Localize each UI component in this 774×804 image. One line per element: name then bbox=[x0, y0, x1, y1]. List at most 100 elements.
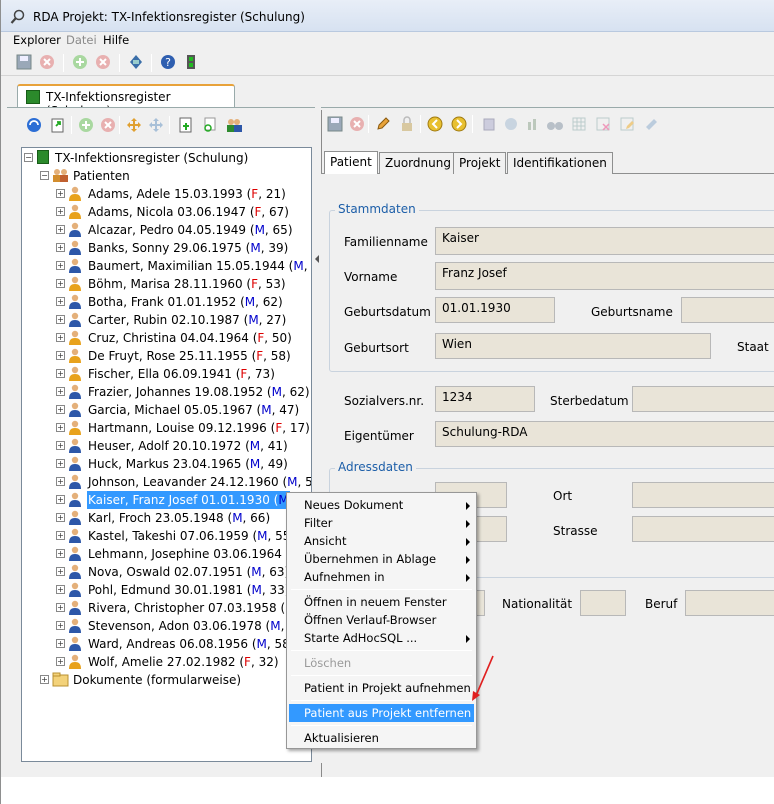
expand-icon[interactable]: + bbox=[56, 207, 65, 216]
expand-icon[interactable]: + bbox=[56, 621, 65, 630]
arrow-right-icon[interactable] bbox=[450, 115, 468, 133]
menu-item-loeschen[interactable]: Löschen bbox=[289, 654, 474, 672]
expand-icon[interactable]: + bbox=[56, 477, 65, 486]
sozialvers-field[interactable]: 1234 bbox=[435, 386, 535, 412]
expand-icon[interactable]: + bbox=[56, 189, 65, 198]
grid-delete-icon[interactable] bbox=[594, 115, 612, 133]
menu-item-patient-in-projekt-aufnehmen[interactable]: Patient in Projekt aufnehmen ... bbox=[289, 679, 474, 713]
sterbedatum-field[interactable] bbox=[632, 386, 774, 412]
patient-age: , 67) bbox=[261, 205, 289, 219]
expand-icon[interactable]: + bbox=[56, 567, 65, 576]
menu-item-filter[interactable]: Filter bbox=[289, 514, 474, 532]
tab-tx-infektionsregister[interactable]: TX-Infektionsregister (Schulung) bbox=[17, 84, 235, 118]
settings-icon[interactable] bbox=[127, 53, 145, 71]
info-icon[interactable] bbox=[502, 115, 520, 133]
expand-icon[interactable]: + bbox=[56, 333, 65, 342]
expand-icon[interactable]: + bbox=[56, 639, 65, 648]
geburtsname-field[interactable] bbox=[681, 297, 774, 323]
refresh-icon[interactable] bbox=[25, 116, 43, 134]
beruf-field[interactable] bbox=[685, 590, 774, 616]
link-icon[interactable] bbox=[642, 115, 660, 133]
print-icon[interactable] bbox=[480, 115, 498, 133]
tab-projekt[interactable]: Projekt bbox=[453, 152, 507, 174]
tree-patient-label: De Fruyt, Rose 25.11.1955 (F, 58) bbox=[88, 349, 291, 363]
expand-icon[interactable]: + bbox=[56, 423, 65, 432]
expand-icon[interactable]: + bbox=[56, 513, 65, 522]
help-icon[interactable]: ? bbox=[159, 53, 177, 71]
expand-icon[interactable]: + bbox=[56, 657, 65, 666]
find-document-icon[interactable] bbox=[201, 116, 219, 134]
expand-icon[interactable]: + bbox=[56, 405, 65, 414]
vorname-field[interactable]: Franz Josef bbox=[435, 262, 774, 290]
eigentuemer-field[interactable]: Schulung-RDA bbox=[435, 421, 774, 447]
binoculars-icon[interactable] bbox=[546, 115, 564, 133]
users-icon[interactable] bbox=[225, 116, 243, 134]
collapse-icon[interactable]: − bbox=[40, 171, 49, 180]
menu-item-starte-adhocsql[interactable]: Starte AdHocSQL ... bbox=[289, 629, 474, 647]
strasse-field[interactable] bbox=[632, 516, 774, 542]
expand-icon[interactable]: + bbox=[56, 441, 65, 450]
grid-edit-icon[interactable] bbox=[618, 115, 636, 133]
expand-icon[interactable]: + bbox=[56, 351, 65, 360]
expand-icon[interactable]: + bbox=[56, 387, 65, 396]
geburtsdatum-field[interactable]: 01.01.1930 bbox=[435, 297, 555, 323]
expand-icon[interactable]: + bbox=[56, 315, 65, 324]
expand-icon[interactable]: + bbox=[56, 261, 65, 270]
label-geburtsname: Geburtsname bbox=[591, 305, 673, 319]
grid-add-icon[interactable] bbox=[570, 115, 588, 133]
tab-patient[interactable]: Patient bbox=[324, 151, 378, 174]
menu-item-uebernehmen-in-ablage[interactable]: Übernehmen in Ablage bbox=[289, 550, 474, 568]
move-icon[interactable] bbox=[125, 116, 143, 134]
menu-item-ansicht[interactable]: Ansicht bbox=[289, 532, 474, 550]
menu-hilfe[interactable]: Hilfe bbox=[103, 33, 129, 47]
expand-icon[interactable]: + bbox=[56, 603, 65, 612]
expand-icon[interactable]: + bbox=[56, 225, 65, 234]
expand-icon[interactable]: + bbox=[56, 243, 65, 252]
geburtsort-field[interactable]: Wien bbox=[435, 333, 711, 359]
delete-icon[interactable] bbox=[99, 116, 117, 134]
expand-icon[interactable]: + bbox=[56, 531, 65, 540]
delete-icon[interactable] bbox=[94, 53, 112, 71]
menu-item-neues-dokument[interactable]: Neues Dokument bbox=[289, 496, 474, 514]
expand-icon[interactable]: + bbox=[56, 585, 65, 594]
export-icon[interactable] bbox=[49, 116, 67, 134]
expand-icon[interactable]: + bbox=[56, 549, 65, 558]
patient-icon bbox=[68, 492, 82, 507]
expand-icon[interactable]: + bbox=[56, 369, 65, 378]
chart-icon[interactable] bbox=[524, 115, 542, 133]
expand-icon[interactable]: + bbox=[56, 495, 65, 504]
arrow-left-icon[interactable] bbox=[426, 115, 444, 133]
tree-patient-label: Pohl, Edmund 30.01.1981 (M, 33) bbox=[88, 583, 290, 597]
pencil-icon[interactable] bbox=[374, 115, 392, 133]
collapse-icon[interactable]: − bbox=[24, 153, 33, 162]
expand-icon[interactable]: + bbox=[40, 675, 49, 684]
save-icon[interactable] bbox=[326, 115, 344, 133]
tab-zuordnung[interactable]: Zuordnung bbox=[379, 152, 457, 174]
new-document-icon[interactable] bbox=[177, 116, 195, 134]
nationalitaet-field[interactable] bbox=[580, 590, 626, 616]
patients-group-icon bbox=[52, 168, 68, 183]
expand-icon[interactable]: + bbox=[56, 279, 65, 288]
ort-field[interactable] bbox=[632, 482, 774, 508]
menu-item-aktualisieren[interactable]: Aktualisieren bbox=[289, 729, 474, 747]
expand-icon[interactable]: + bbox=[56, 297, 65, 306]
menu-item-oeffnen-verlauf-browser[interactable]: Öffnen Verlauf-Browser bbox=[289, 611, 474, 629]
tab-identifikationen[interactable]: Identifikationen bbox=[507, 152, 613, 174]
expand-icon[interactable]: + bbox=[56, 459, 65, 468]
menu-datei[interactable]: Datei bbox=[66, 33, 97, 47]
menu-item-oeffnen-in-neuem-fenster[interactable]: Öffnen in neuem Fenster bbox=[289, 593, 474, 611]
move-disabled-icon[interactable] bbox=[147, 116, 165, 134]
lock-icon[interactable] bbox=[398, 115, 416, 133]
menu-explorer[interactable]: Explorer bbox=[13, 33, 61, 47]
menu-item-label: Öffnen Verlauf-Browser bbox=[304, 613, 437, 627]
cancel-icon[interactable] bbox=[38, 53, 56, 71]
save-icon[interactable] bbox=[15, 53, 33, 71]
menu-item-patient-aus-projekt-entfernen[interactable]: Patient aus Projekt entfernen bbox=[289, 704, 474, 722]
add-icon[interactable] bbox=[77, 116, 95, 134]
menu-item-aufnehmen-in[interactable]: Aufnehmen in bbox=[289, 568, 474, 586]
exit-icon[interactable] bbox=[183, 53, 201, 71]
add-icon[interactable] bbox=[71, 53, 89, 71]
cancel-icon[interactable] bbox=[348, 115, 366, 133]
familienname-field[interactable]: Kaiser bbox=[435, 227, 774, 255]
patient-icon bbox=[68, 510, 82, 525]
